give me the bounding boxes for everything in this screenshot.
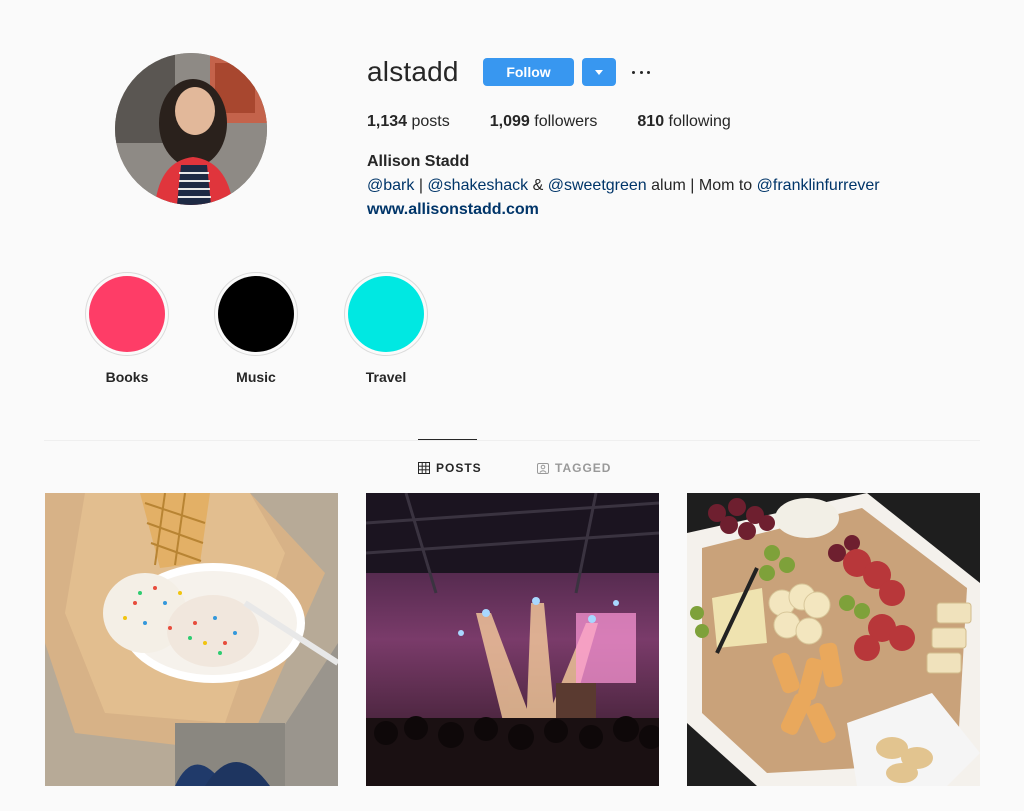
following-stat[interactable]: 810 following bbox=[637, 113, 730, 131]
follow-button[interactable]: Follow bbox=[483, 58, 574, 86]
bio-mention-franklinfurrever[interactable]: @franklinfurrever bbox=[757, 177, 880, 194]
profile-website-link[interactable]: www.allisonstadd.com bbox=[367, 201, 539, 219]
highlight-cover bbox=[218, 276, 294, 352]
posts-label: posts bbox=[411, 113, 450, 130]
following-label: following bbox=[668, 113, 731, 130]
highlight-ring bbox=[344, 272, 428, 356]
highlight-label: Music bbox=[236, 369, 276, 385]
chevron-down-icon bbox=[595, 69, 603, 75]
active-tab-indicator bbox=[418, 439, 477, 440]
highlight-ring bbox=[214, 272, 298, 356]
more-dot-icon bbox=[632, 70, 635, 74]
tabs-divider bbox=[44, 440, 980, 441]
highlight-ring bbox=[85, 272, 169, 356]
more-dot-icon bbox=[647, 70, 650, 74]
tab-tagged-label: TAGGED bbox=[555, 461, 612, 475]
suggested-accounts-dropdown-button[interactable] bbox=[582, 58, 616, 86]
profile-username: alstadd bbox=[367, 56, 459, 87]
bio-mention-sweetgreen[interactable]: @sweetgreen bbox=[548, 177, 647, 194]
bio-text: | bbox=[414, 177, 428, 194]
tab-posts-label: POSTS bbox=[436, 461, 482, 475]
post-thumbnail[interactable] bbox=[366, 493, 659, 786]
profile-stats: 1,134 posts 1,099 followers 810 followin… bbox=[367, 113, 771, 131]
posts-stat: 1,134 posts bbox=[367, 113, 450, 131]
more-options-button[interactable] bbox=[628, 62, 654, 82]
following-count: 810 bbox=[637, 113, 665, 130]
followers-count: 1,099 bbox=[489, 113, 530, 130]
highlight-label: Travel bbox=[365, 369, 407, 385]
grid-icon bbox=[418, 462, 430, 474]
post-thumbnail[interactable] bbox=[45, 493, 338, 786]
highlight-travel[interactable]: Travel bbox=[344, 272, 428, 385]
followers-stat[interactable]: 1,099 followers bbox=[490, 113, 598, 131]
highlight-label: Books bbox=[105, 369, 149, 385]
followers-label: followers bbox=[534, 113, 598, 130]
post-thumbnail[interactable] bbox=[687, 493, 980, 786]
profile-avatar[interactable] bbox=[115, 53, 267, 205]
avatar-photo bbox=[115, 53, 267, 205]
post-image-charcuterie bbox=[687, 493, 980, 786]
tagged-person-icon bbox=[537, 463, 549, 474]
post-image-ice-cream bbox=[45, 493, 338, 786]
bio-text: & bbox=[528, 177, 548, 194]
highlight-cover bbox=[348, 276, 424, 352]
highlight-cover bbox=[89, 276, 165, 352]
more-dot-icon bbox=[639, 70, 643, 74]
post-image-concert bbox=[366, 493, 659, 786]
bio-mention-shakeshack[interactable]: @shakeshack bbox=[427, 177, 528, 194]
posts-count: 1,134 bbox=[367, 113, 408, 130]
highlight-books[interactable]: Books bbox=[85, 272, 169, 385]
tab-posts[interactable]: POSTS bbox=[418, 460, 482, 476]
bio-mention-bark[interactable]: @bark bbox=[367, 177, 414, 194]
tab-tagged[interactable]: TAGGED bbox=[537, 460, 611, 476]
highlight-music[interactable]: Music bbox=[214, 272, 298, 385]
profile-bio: @bark | @shakeshack & @sweetgreen alum |… bbox=[367, 177, 880, 195]
profile-full-name: Allison Stadd bbox=[367, 153, 470, 170]
bio-text: alum | Mom to bbox=[646, 177, 757, 194]
